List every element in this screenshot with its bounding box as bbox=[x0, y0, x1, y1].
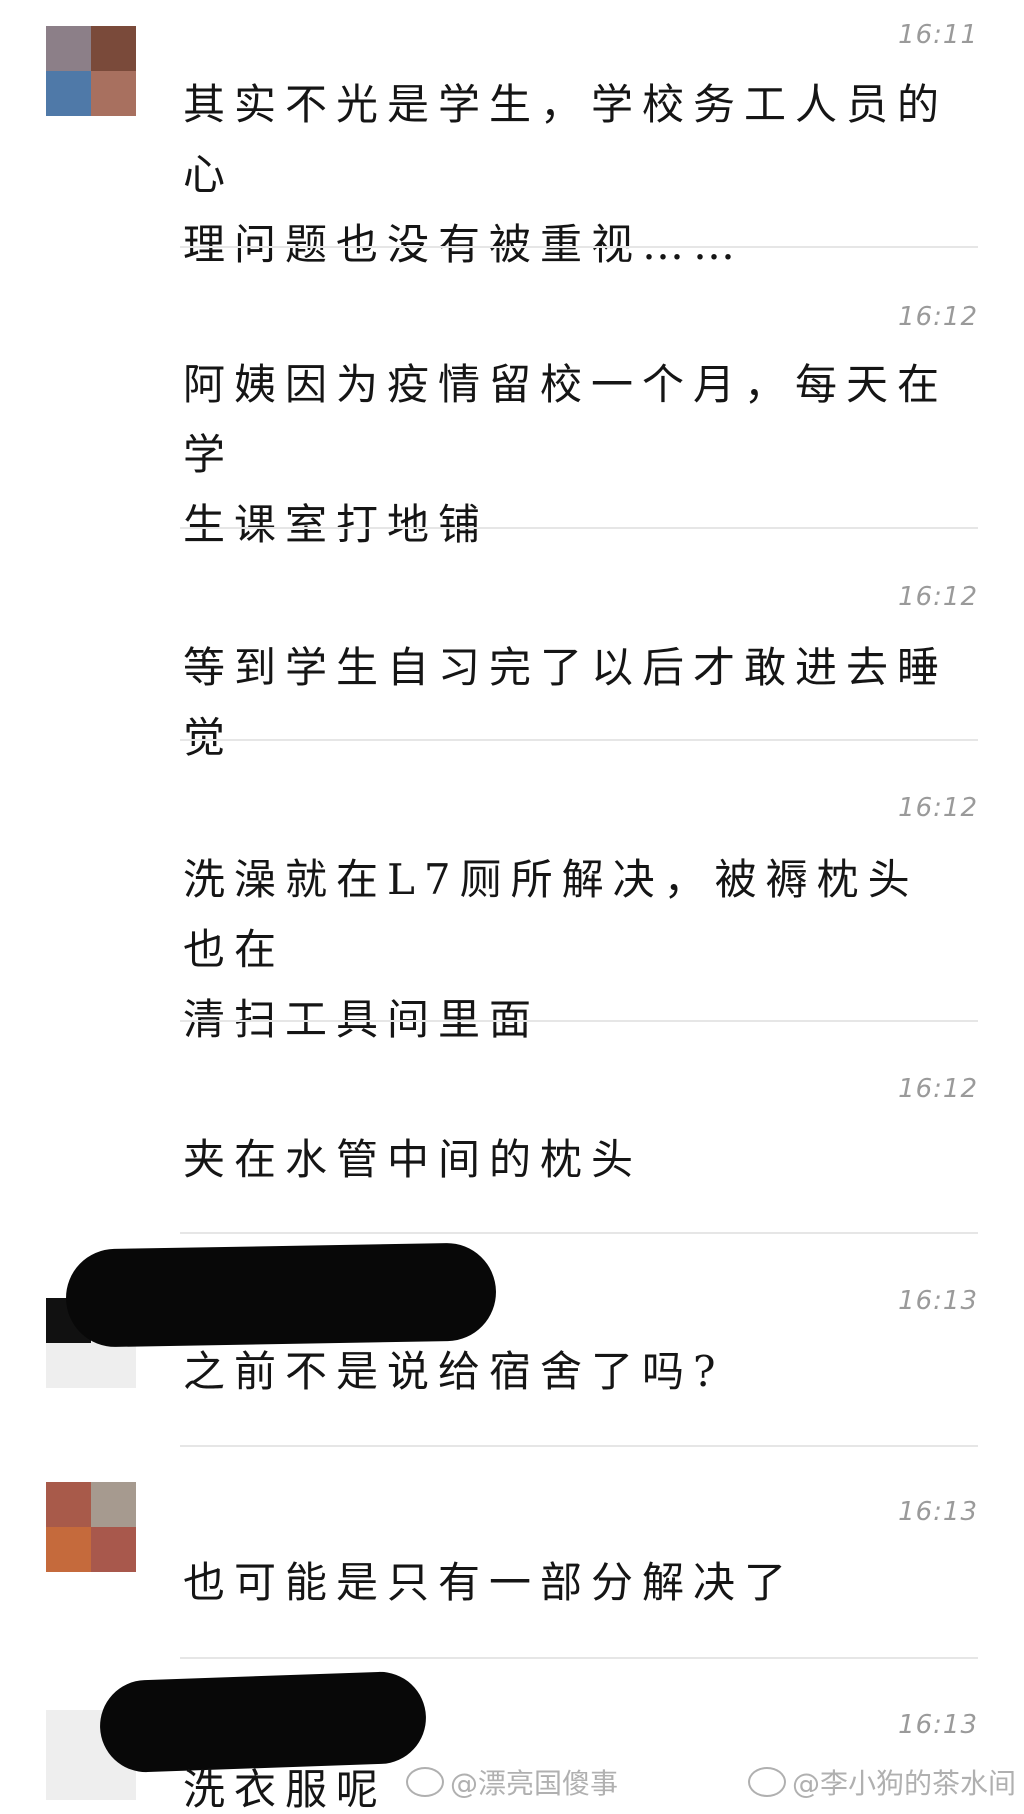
avatar-pixel bbox=[91, 26, 136, 71]
watermark-text: @漂亮国傻事 bbox=[450, 1767, 619, 1800]
message-text: 其实不光是学生，学校务工人员的心 理问题也没有被重视…… bbox=[183, 70, 963, 280]
message-text: 夹在水管中间的枕头 bbox=[183, 1125, 963, 1195]
message-line: 洗澡就在L7厕所解决，被褥枕头也在 bbox=[183, 855, 919, 974]
watermark: @漂亮国傻事 bbox=[406, 1762, 618, 1802]
message-time: 16:11 bbox=[898, 20, 978, 50]
message-time: 16:12 bbox=[898, 302, 978, 332]
watermark: @李小狗的茶水间 bbox=[748, 1762, 1016, 1802]
message-line: 生课室打地铺 bbox=[183, 500, 490, 549]
weibo-icon bbox=[406, 1767, 444, 1797]
message-line: 其实不光是学生，学校务工人员的心 bbox=[183, 80, 949, 199]
message-time: 16:12 bbox=[898, 793, 978, 823]
message-time: 16:13 bbox=[898, 1497, 978, 1527]
avatar[interactable] bbox=[46, 26, 136, 116]
message-time: 16:12 bbox=[898, 1074, 978, 1104]
divider bbox=[180, 1020, 978, 1022]
divider bbox=[180, 527, 978, 529]
divider bbox=[180, 1657, 978, 1659]
redaction-mark bbox=[65, 1242, 497, 1348]
message-text: 之前不是说给宿舍了吗? bbox=[183, 1337, 963, 1407]
avatar-pixel bbox=[46, 1482, 91, 1527]
watermark-text: @李小狗的茶水间 bbox=[792, 1767, 1017, 1800]
message-line: 夹在水管中间的枕头 bbox=[183, 1135, 643, 1184]
weibo-icon bbox=[748, 1767, 786, 1797]
message-line: 之前不是说给宿舍了吗? bbox=[183, 1347, 725, 1396]
avatar[interactable] bbox=[46, 1482, 136, 1572]
avatar-pixel bbox=[91, 1482, 136, 1527]
message-text: 洗澡就在L7厕所解决，被褥枕头也在 清扫工具间里面 bbox=[183, 845, 963, 1055]
avatar-pixel bbox=[46, 71, 91, 116]
message-line: 等到学生自习完了以后才敢进去睡觉 bbox=[183, 643, 949, 762]
message-line: 阿姨因为疫情留校一个月，每天在学 bbox=[183, 360, 949, 479]
message-time: 16:13 bbox=[898, 1710, 978, 1740]
divider bbox=[180, 739, 978, 741]
message-line: 也可能是只有一部分解决了 bbox=[183, 1558, 796, 1607]
message-time: 16:13 bbox=[898, 1286, 978, 1316]
message-text: 等到学生自习完了以后才敢进去睡觉 bbox=[183, 633, 963, 773]
message-line: 理问题也没有被重视…… bbox=[183, 220, 745, 269]
divider bbox=[180, 1232, 978, 1234]
message-time: 16:12 bbox=[898, 582, 978, 612]
message-text: 也可能是只有一部分解决了 bbox=[183, 1548, 963, 1618]
avatar-pixel bbox=[46, 26, 91, 71]
divider bbox=[180, 1445, 978, 1447]
divider bbox=[180, 246, 978, 248]
avatar-pixel bbox=[46, 1527, 91, 1572]
avatar-pixel bbox=[91, 71, 136, 116]
avatar-pixel bbox=[91, 1527, 136, 1572]
